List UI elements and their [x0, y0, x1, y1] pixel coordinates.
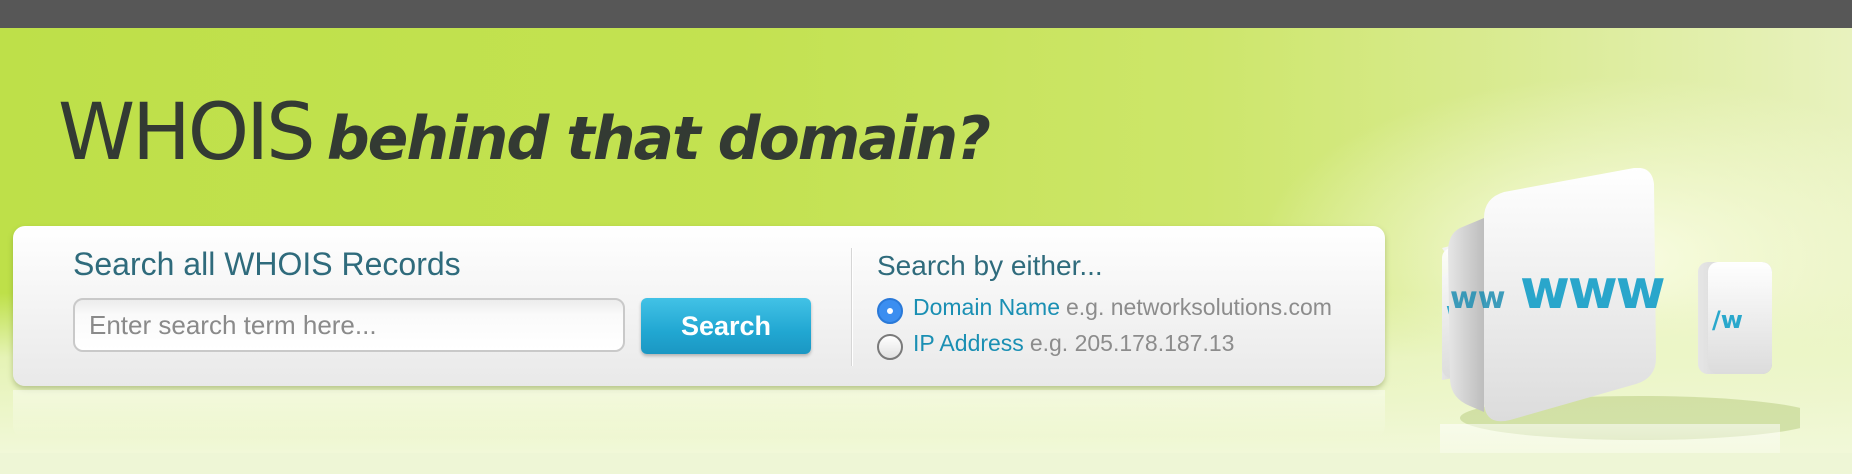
svg-text:/w: /w — [1712, 306, 1743, 334]
domain-name-example: e.g. networksolutions.com — [1066, 293, 1332, 320]
page: WHOIS behind that domain? /w www ww Sear… — [0, 0, 1852, 474]
ip-address-radio[interactable] — [877, 334, 903, 360]
search-button[interactable]: Search — [641, 298, 811, 354]
hero-headline: WHOIS behind that domain? — [58, 88, 991, 178]
cube-right-icon: /w — [1698, 262, 1772, 374]
www-cubes-illustration: ww /w www ww — [1440, 168, 1800, 453]
top-bar — [0, 0, 1852, 28]
page-below-hero — [0, 453, 1852, 474]
option-domain-name[interactable]: Domain Name e.g. networksolutions.com — [877, 292, 1332, 324]
search-panel: Search all WHOIS Records Search Search b… — [13, 226, 1385, 386]
ip-address-example: e.g. 205.178.187.13 — [1029, 329, 1235, 356]
panel-divider — [851, 248, 853, 366]
option-ip-address[interactable]: IP Address e.g. 205.178.187.13 — [877, 328, 1235, 360]
search-title: Search all WHOIS Records — [73, 246, 461, 282]
search-by-title: Search by either... — [877, 250, 1103, 281]
search-panel-reflection — [13, 390, 1385, 438]
domain-name-radio[interactable] — [877, 298, 903, 324]
domain-name-label[interactable]: Domain Name — [913, 294, 1060, 321]
hero-brand: WHOIS — [58, 88, 316, 178]
hero-tagline: behind that domain? — [326, 104, 991, 174]
search-input[interactable] — [73, 298, 625, 352]
cube-www-text: www — [1520, 258, 1665, 321]
cube-main-icon: www ww — [1448, 168, 1667, 422]
svg-text:ww: ww — [1450, 281, 1505, 316]
ip-address-label[interactable]: IP Address — [913, 330, 1024, 357]
